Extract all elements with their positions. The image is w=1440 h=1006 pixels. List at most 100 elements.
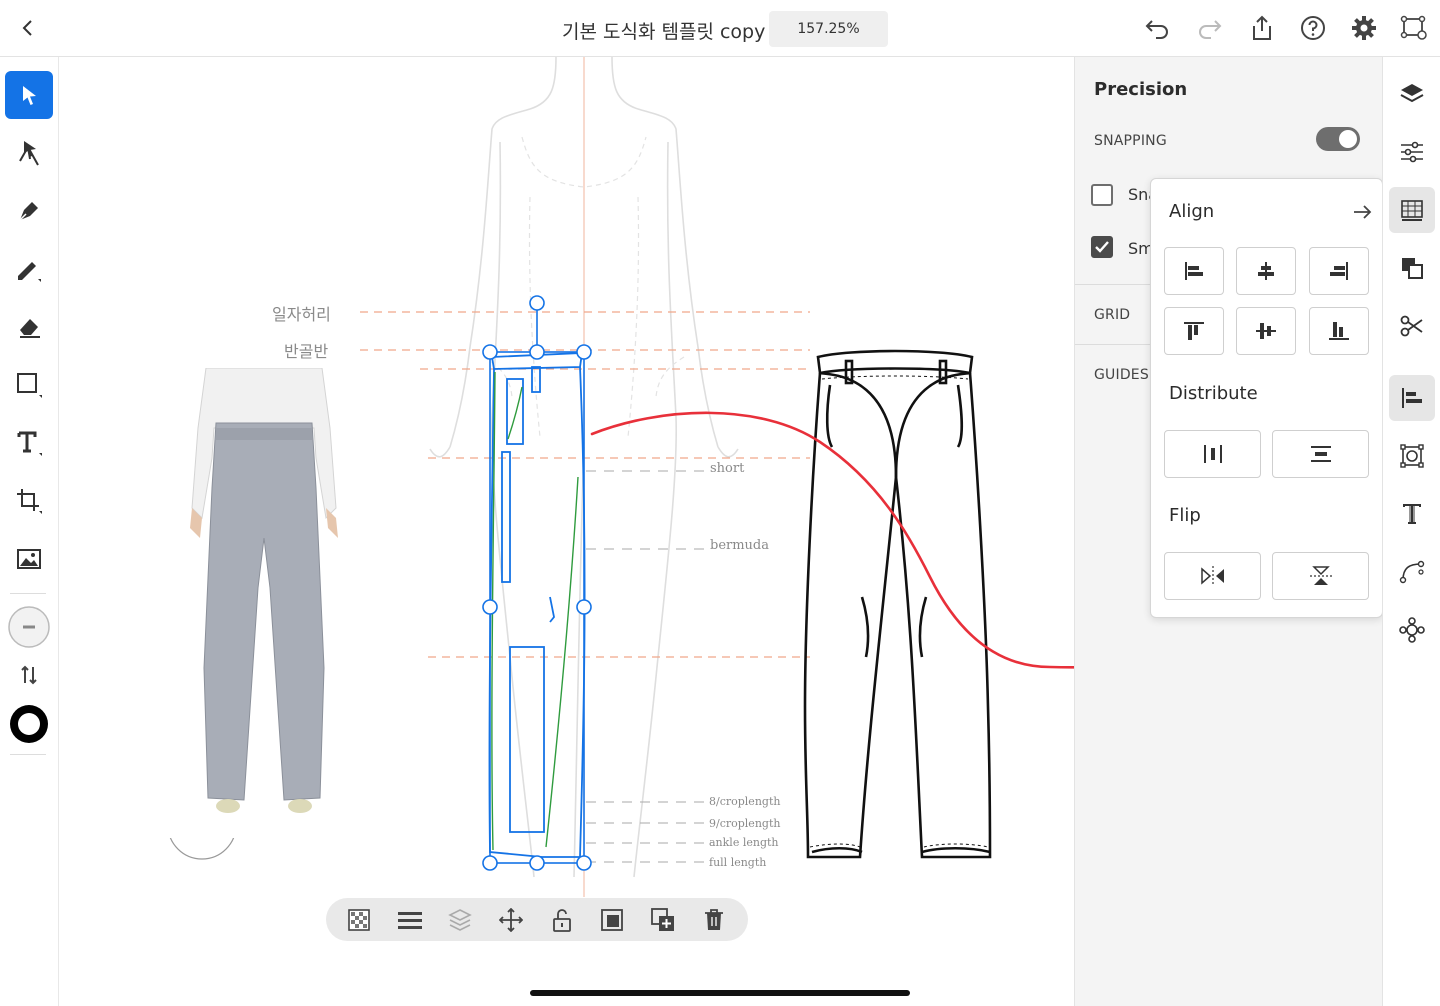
swap-colors-button[interactable] [5,651,53,699]
undo-button[interactable] [1142,13,1172,43]
smart-guides-checkbox[interactable] [1091,236,1113,258]
transform-tool[interactable] [5,477,53,525]
selection-tool[interactable] [5,71,53,119]
shape-tool[interactable] [5,361,53,409]
device-icon [1400,15,1427,40]
align-panel-button[interactable] [1389,375,1435,421]
reference-photo[interactable] [166,368,362,838]
share-button[interactable] [1247,13,1277,43]
image-icon [17,549,41,569]
align-middle-button[interactable] [1236,307,1296,355]
arrow-right-icon [1354,205,1372,219]
selection-arrow-icon [23,86,36,105]
stroke-swatch[interactable] [5,700,53,748]
redo-button[interactable] [1195,13,1225,43]
length-label-8crop: 8/croplength [709,795,781,808]
mask-button[interactable] [598,906,626,934]
transparency-button[interactable] [345,906,373,934]
distribute-vertical-icon [1310,446,1331,462]
pen-tool[interactable] [5,187,53,235]
rectangle-icon [17,373,42,398]
align-bottom-button[interactable] [1309,307,1369,355]
text-icon [17,431,42,456]
document-title[interactable]: 기본 도식화 템플릿 copy [562,17,765,44]
expand-button[interactable] [1350,200,1374,224]
path-icon [1399,560,1425,584]
align-left-icon [1185,262,1203,280]
unlock-icon [553,909,571,932]
cut-button[interactable] [1389,303,1435,349]
patterns-panel-button[interactable] [1389,607,1435,653]
direct-selection-tool[interactable] [5,129,53,177]
properties-button[interactable] [1389,129,1435,175]
transparency-icon [348,909,370,931]
guides-label[interactable]: GUIDES [1094,367,1149,383]
text-tool[interactable] [5,419,53,467]
back-button[interactable] [14,14,42,42]
artboard-canvas[interactable]: 일자허리 반골반 short bermuda 8/croplength 9/cr… [60,57,1074,1006]
delete-button[interactable] [700,906,728,934]
fill-swatch[interactable] [5,603,53,651]
snapping-toggle[interactable] [1316,127,1360,151]
move-button[interactable] [497,906,525,934]
pencil-icon [18,262,41,282]
transform-icon [17,489,42,514]
stroke-color-icon [10,705,48,743]
duplicate-button[interactable] [649,906,677,934]
combine-button[interactable] [1389,245,1435,291]
align-bottom-icon [1329,322,1349,340]
type-panel-button[interactable] [1389,491,1435,537]
arrange-icon [448,909,472,931]
move-icon [499,908,523,932]
home-indicator [530,990,910,996]
device-preview-button[interactable] [1399,13,1429,43]
guide-label-waist: 일자허리 [272,305,331,324]
pencil-tool[interactable] [5,245,53,293]
eraser-tool[interactable] [5,303,53,351]
precision-button[interactable] [1389,187,1435,233]
snapping-label: SNAPPING [1094,133,1167,149]
menu-button[interactable] [396,906,424,934]
transform-icon [1400,444,1424,468]
flip-horizontal-icon [1200,566,1224,586]
transform-panel-button[interactable] [1389,433,1435,479]
help-button[interactable] [1298,13,1328,43]
patterns-icon [1399,617,1425,643]
align-right-button[interactable] [1309,247,1369,295]
align-icon [1402,388,1422,408]
grid-label[interactable]: GRID [1094,307,1130,323]
guide-label-hip: 반골반 [284,342,329,361]
flip-vertical-button[interactable] [1272,552,1369,600]
arrange-button[interactable] [446,906,474,934]
menu-icon [398,912,422,929]
contextual-toolbar [326,898,748,941]
redo-icon [1199,20,1222,39]
checkmark-icon [1095,241,1109,253]
settings-button[interactable] [1349,13,1379,43]
layers-button[interactable] [1389,71,1435,117]
align-right-icon [1330,262,1348,280]
image-tool[interactable] [5,535,53,583]
length-label-ankle: ankle length [709,836,779,849]
flip-vertical-icon [1309,566,1332,585]
panel-rail [1382,57,1440,1006]
length-label-full: full length [709,856,767,869]
align-left-button[interactable] [1164,247,1224,295]
flip-horizontal-button[interactable] [1164,552,1261,600]
path-panel-button[interactable] [1389,549,1435,595]
length-label-bermuda: bermuda [710,538,770,553]
align-center-button[interactable] [1236,247,1296,295]
align-top-button[interactable] [1164,307,1224,355]
snap-checkbox[interactable] [1091,184,1113,206]
layers-icon [1400,84,1424,103]
zoom-level[interactable]: 157.25% [769,11,888,47]
duplicate-icon [651,908,674,931]
lock-button[interactable] [548,906,576,934]
divider [10,593,46,594]
trash-icon [705,909,723,930]
eraser-icon [20,319,40,338]
distribute-vertical-button[interactable] [1272,430,1369,478]
undo-icon [1145,20,1168,39]
distribute-horizontal-button[interactable] [1164,430,1261,478]
distribute-heading: Distribute [1169,383,1258,404]
